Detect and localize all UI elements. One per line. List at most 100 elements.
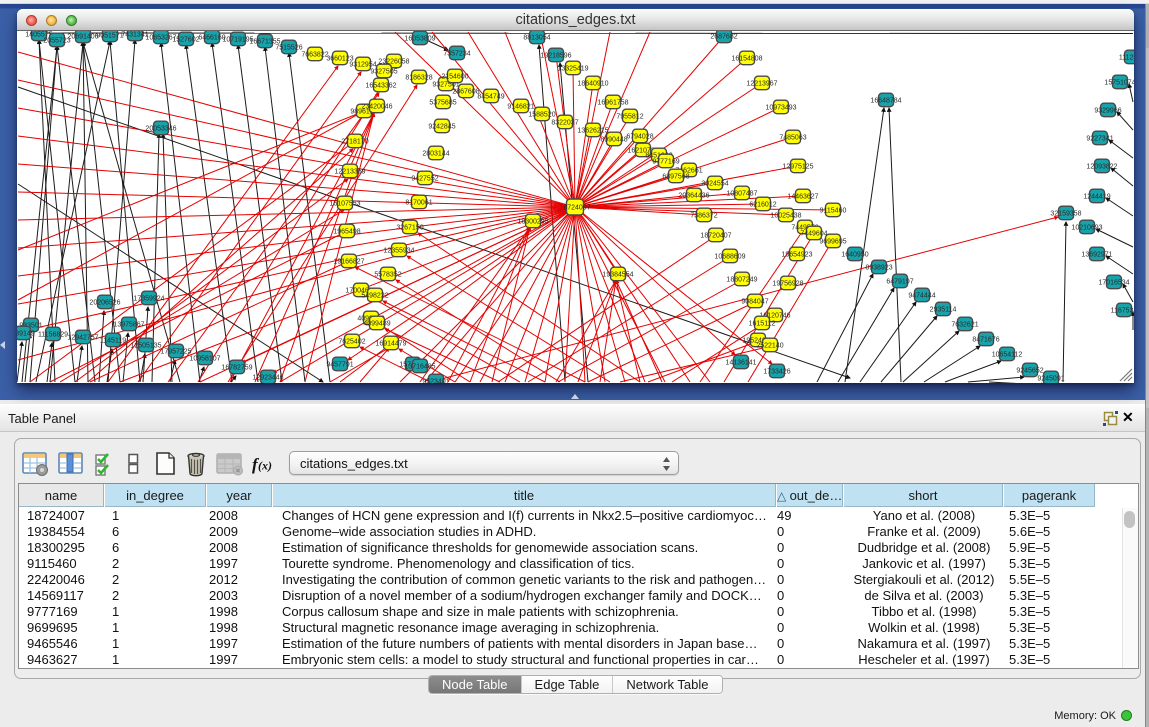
svg-text:12975125: 12975125 xyxy=(782,163,813,170)
svg-text:10807487: 10807487 xyxy=(726,190,757,197)
svg-text:16782759: 16782759 xyxy=(221,364,252,371)
svg-text:16961758: 16961758 xyxy=(597,99,628,106)
svg-text:32159358: 32159358 xyxy=(1050,210,1081,217)
svg-text:7632621: 7632621 xyxy=(951,321,978,328)
svg-text:14463627: 14463627 xyxy=(787,193,818,200)
svg-text:8454749: 8454749 xyxy=(477,93,504,100)
svg-text:16053809: 16053809 xyxy=(404,35,435,42)
svg-text:9245652: 9245652 xyxy=(1016,367,1043,374)
svg-text:1965498: 1965498 xyxy=(333,228,360,235)
svg-text:9329966: 9329966 xyxy=(1094,107,1121,114)
svg-text:16107553: 16107553 xyxy=(329,200,360,207)
svg-text:8471676: 8471676 xyxy=(972,336,999,343)
svg-text:13716485: 13716485 xyxy=(404,363,435,370)
svg-text:12093822: 12093822 xyxy=(1086,163,1117,170)
svg-text:12213967: 12213967 xyxy=(746,80,777,87)
svg-text:7357234: 7357234 xyxy=(443,50,470,57)
svg-text:12213369: 12213369 xyxy=(334,168,365,175)
svg-text:9084047: 9084047 xyxy=(741,298,768,305)
svg-text:10025438: 10025438 xyxy=(770,212,801,219)
svg-text:2687682: 2687682 xyxy=(710,33,737,40)
svg-text:8322037: 8322037 xyxy=(551,119,578,126)
svg-text:20691406: 20691406 xyxy=(67,33,98,40)
svg-text:939149: 939149 xyxy=(17,330,35,337)
svg-text:19384554: 19384554 xyxy=(602,271,633,278)
svg-text:18807249: 18807249 xyxy=(726,276,757,283)
svg-text:11156829: 11156829 xyxy=(38,331,68,338)
svg-text:19218596: 19218596 xyxy=(540,52,571,59)
svg-text:9051571: 9051571 xyxy=(96,32,123,39)
svg-text:20206526: 20206526 xyxy=(89,299,120,306)
svg-text:17016534: 17016534 xyxy=(1098,279,1129,286)
svg-text:6794028: 6794028 xyxy=(626,133,653,140)
svg-text:2867608: 2867608 xyxy=(452,88,479,95)
svg-text:19166827: 19166827 xyxy=(333,258,364,265)
svg-text:18300295: 18300295 xyxy=(517,218,548,225)
svg-text:(x): (x) xyxy=(258,459,272,473)
svg-text:19654923: 19654923 xyxy=(781,251,812,258)
svg-text:10210693: 10210693 xyxy=(1071,224,1102,231)
svg-text:16648784: 16648784 xyxy=(870,97,901,104)
svg-text:7386372: 7386372 xyxy=(690,212,717,219)
svg-text:1527602: 1527602 xyxy=(172,36,199,43)
svg-text:6479197: 6479197 xyxy=(886,278,913,285)
svg-text:9242845: 9242845 xyxy=(428,123,455,130)
svg-text:9457791: 9457791 xyxy=(326,361,353,368)
svg-text:9474444: 9474444 xyxy=(908,292,935,299)
svg-text:1640950: 1640950 xyxy=(841,251,868,258)
svg-text:10654112: 10654112 xyxy=(992,351,1023,358)
svg-text:15751074: 15751074 xyxy=(1104,79,1134,86)
svg-text:20053346: 20053346 xyxy=(145,125,176,132)
svg-text:18724007: 18724007 xyxy=(559,204,590,211)
svg-text:2803144: 2803144 xyxy=(422,150,449,157)
svg-text:23420046: 23420046 xyxy=(361,103,392,110)
svg-text:9523401: 9523401 xyxy=(422,378,449,383)
svg-text:17359924: 17359924 xyxy=(133,295,164,302)
svg-text:16543362: 16543362 xyxy=(365,82,396,89)
svg-text:3267150: 3267150 xyxy=(396,224,423,231)
svg-text:14136141: 14136141 xyxy=(725,359,756,366)
svg-text:1588520: 1588520 xyxy=(528,111,555,118)
svg-text:9312954: 9312954 xyxy=(349,61,376,68)
svg-text:9427552: 9427552 xyxy=(411,175,438,182)
svg-text:9227341: 9227341 xyxy=(1086,135,1113,142)
svg-text:4099489: 4099489 xyxy=(363,320,390,327)
svg-text:9777169: 9777169 xyxy=(652,158,679,165)
svg-text:19756928: 19756928 xyxy=(772,280,803,287)
svg-text:16914479: 16914479 xyxy=(375,340,406,347)
svg-text:7449604: 7449604 xyxy=(800,230,827,237)
svg-text:17957225: 17957225 xyxy=(160,348,191,355)
svg-text:16154808: 16154808 xyxy=(731,55,762,62)
svg-text:1112541: 1112541 xyxy=(1119,54,1134,61)
svg-text:5578352: 5578352 xyxy=(374,271,401,278)
svg-text:1615112: 1615112 xyxy=(749,320,776,327)
svg-text:2718170: 2718170 xyxy=(341,138,368,145)
svg-text:10688609: 10688609 xyxy=(714,253,745,260)
svg-text:13325419: 13325419 xyxy=(557,65,588,72)
svg-text:7625402: 7625402 xyxy=(338,338,365,345)
svg-text:7515526: 7515526 xyxy=(275,44,302,51)
svg-text:5375685: 5375685 xyxy=(429,99,456,106)
svg-text:2154600: 2154600 xyxy=(441,73,468,80)
svg-text:9146821: 9146821 xyxy=(507,103,534,110)
svg-text:1167533: 1167533 xyxy=(1111,307,1134,314)
svg-text:13626215: 13626215 xyxy=(577,127,608,134)
svg-text:18720407: 18720407 xyxy=(700,232,731,239)
svg-text:12942757: 12942757 xyxy=(67,334,98,341)
svg-text:5498222: 5498222 xyxy=(361,292,388,299)
svg-text:7663822: 7663822 xyxy=(301,51,328,58)
svg-text:1145119: 1145119 xyxy=(100,337,126,344)
svg-text:13975867: 13975867 xyxy=(113,321,144,328)
svg-text:7955812: 7955812 xyxy=(616,113,643,120)
svg-text:6216012: 6216012 xyxy=(749,201,776,208)
svg-text:1733426: 1733426 xyxy=(763,368,790,375)
svg-text:8170061: 8170061 xyxy=(405,199,432,206)
svg-text:9245091: 9245091 xyxy=(1037,375,1064,382)
svg-text:18640910: 18640910 xyxy=(577,80,608,87)
svg-text:10973493: 10973493 xyxy=(765,104,796,111)
svg-text:8186328: 8186328 xyxy=(405,74,432,81)
svg-text:9327505: 9327505 xyxy=(370,68,397,75)
svg-text:2935114: 2935114 xyxy=(930,306,957,313)
svg-text:8990448: 8990448 xyxy=(600,136,627,143)
svg-text:12505135: 12505135 xyxy=(130,342,161,349)
